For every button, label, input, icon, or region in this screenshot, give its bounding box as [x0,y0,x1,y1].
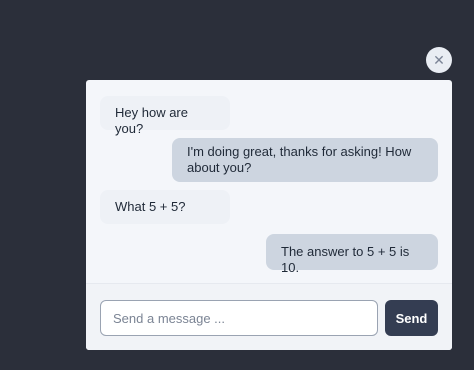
send-button[interactable]: Send [385,300,438,336]
user-message: The answer to 5 + 5 is 10. [266,234,438,275]
bot-message: Hey how are you? [100,96,230,136]
message-input[interactable] [100,300,378,336]
bot-message: What 5 + 5? [100,190,230,224]
chat-panel: Hey how are you? I'm doing great, thanks… [86,80,452,350]
user-message: I'm doing great, thanks for asking! How … [172,138,438,182]
close-button[interactable]: ✕ [426,47,452,73]
message-list: Hey how are you? I'm doing great, thanks… [86,80,452,283]
message-composer: Send [86,283,452,350]
close-icon: ✕ [433,52,445,68]
